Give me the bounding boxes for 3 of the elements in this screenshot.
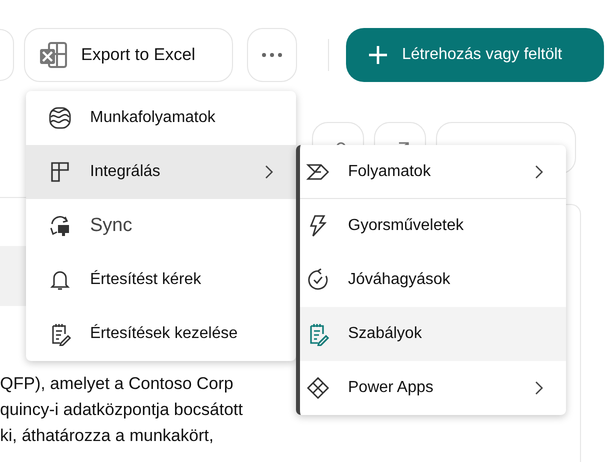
- body-text: QFP), amelyet a Contoso Corp: [0, 373, 234, 395]
- body-text: quincy-i adatközpontja bocsátott: [0, 399, 243, 421]
- body-text: ki, áthatározza a munkakört,: [0, 425, 214, 447]
